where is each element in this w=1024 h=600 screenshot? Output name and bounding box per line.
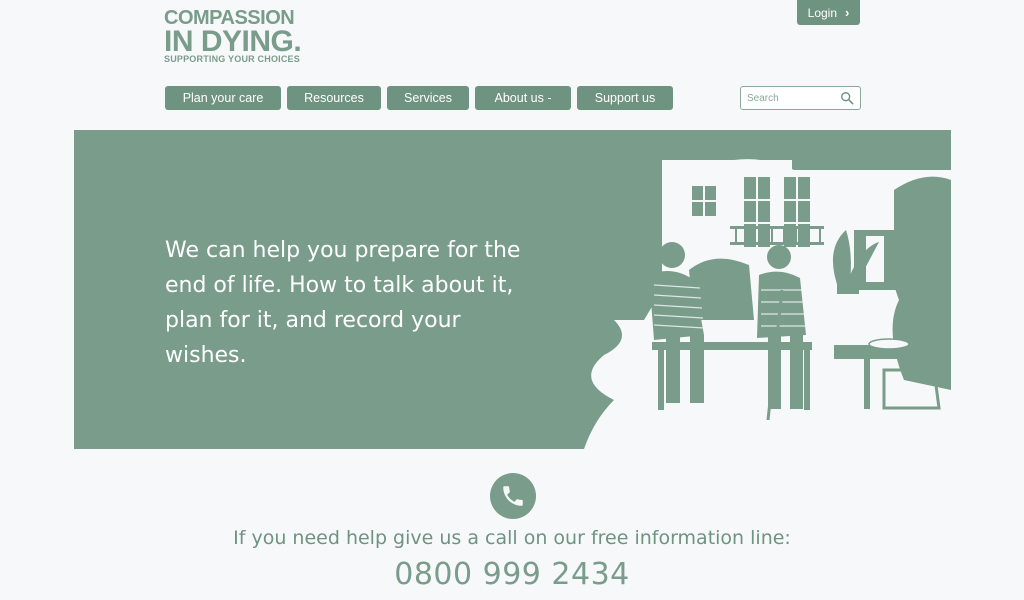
- hero-text: We can help you prepare for the end of l…: [165, 238, 521, 368]
- logo-tagline: SUPPORTING YOUR CHOICES: [164, 54, 300, 64]
- helpline-text: If you need help give us a call on our f…: [233, 527, 791, 549]
- hero-illustration: [584, 159, 951, 449]
- main-nav: Plan your care Resources Services About …: [165, 86, 673, 110]
- login-button[interactable]: Login ›: [797, 0, 860, 25]
- nav-item-about-us[interactable]: About us -: [475, 86, 571, 110]
- nav-item-services[interactable]: Services: [387, 86, 469, 110]
- search-icon[interactable]: [840, 91, 854, 105]
- helpline-phone-number[interactable]: 0800 999 2434: [0, 557, 1024, 592]
- nav-item-support-us[interactable]: Support us: [577, 86, 673, 110]
- hero-banner: We can help you prepare for the end of l…: [74, 130, 951, 449]
- phone-glyph-icon: [503, 486, 523, 506]
- search-box: [740, 86, 861, 110]
- chevron-right-icon: ›: [845, 5, 850, 20]
- phone-icon[interactable]: [490, 473, 536, 519]
- nav-item-plan-your-care[interactable]: Plan your care: [165, 86, 281, 110]
- logo-line-2: IN DYING.: [164, 25, 302, 58]
- logo[interactable]: COMPASSION IN DYING. SUPPORTING YOUR CHO…: [164, 8, 302, 64]
- login-label: Login: [807, 5, 838, 20]
- search-input[interactable]: [747, 92, 839, 104]
- nav-item-resources[interactable]: Resources: [287, 86, 381, 110]
